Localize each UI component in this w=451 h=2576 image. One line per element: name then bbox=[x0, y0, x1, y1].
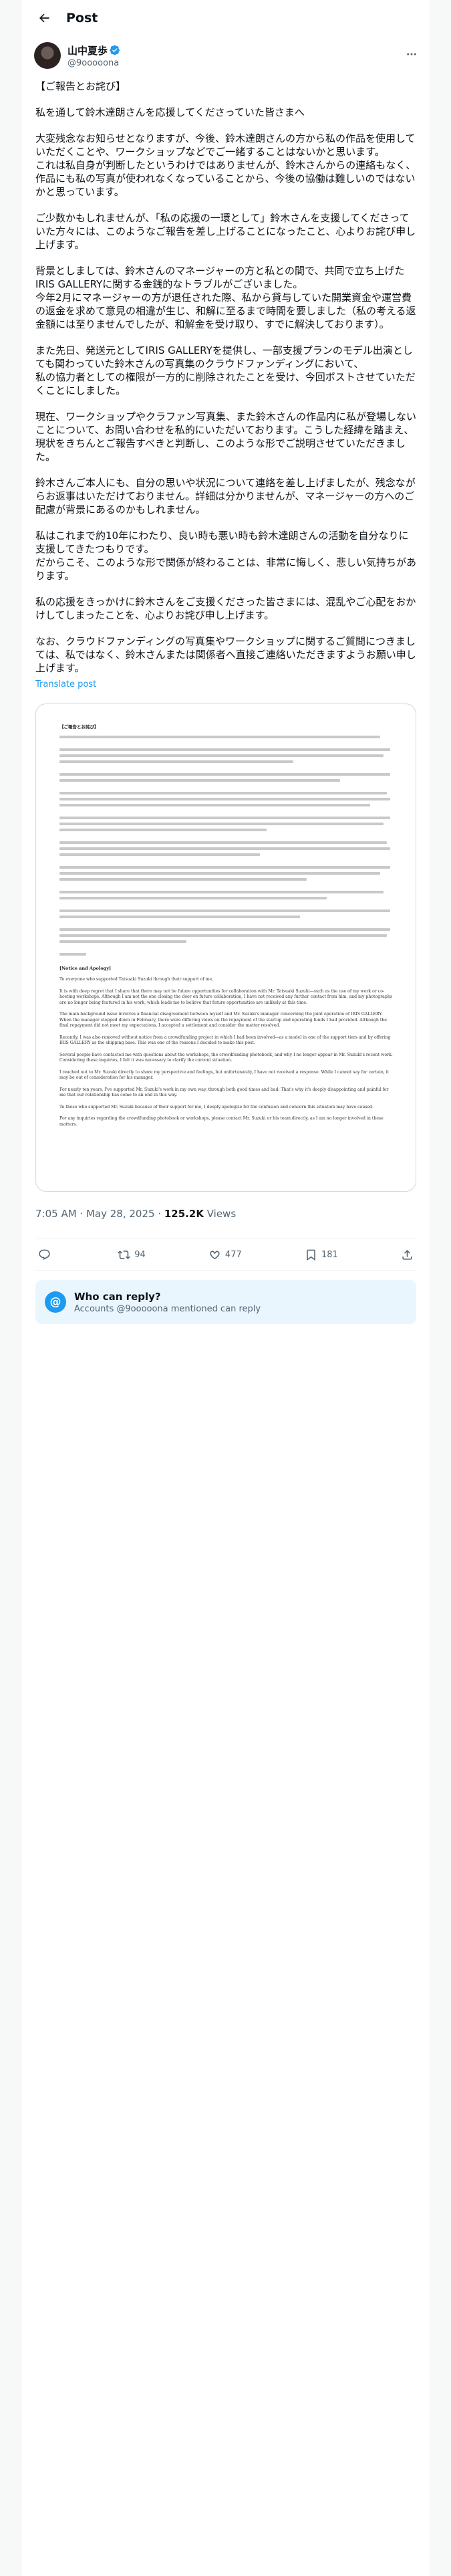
image-document: 【ご報告とお詫び】 [Notice and Apology] To everyo… bbox=[59, 723, 394, 1134]
image-en-paragraph: Several people have contacted me with qu… bbox=[59, 1052, 393, 1063]
reply-restriction-notice: @ Who can reply? Accounts @9ooooona ment… bbox=[35, 1280, 416, 1324]
author-name-row: 山中夏歩 bbox=[67, 43, 120, 58]
attached-image[interactable]: 【ご報告とお詫び】 [Notice and Apology] To everyo… bbox=[35, 704, 416, 1192]
post-paragraph: ご少数かもしれませんが、「私の応援の一環として」鈴木さんを支援してくださっていた… bbox=[35, 212, 416, 251]
author-handle[interactable]: @9ooooona bbox=[67, 58, 120, 68]
share-icon bbox=[402, 1249, 412, 1260]
repost-icon bbox=[118, 1250, 131, 1259]
image-heading-en: [Notice and Apology] bbox=[59, 966, 112, 971]
post-paragraph: 現在、ワークショップやクラファン写真集、また鈴木さんの作品内に私が登場しないこと… bbox=[35, 411, 417, 463]
image-en-paragraph: It is with deep regret that I share that… bbox=[59, 988, 392, 1005]
bookmark-button[interactable]: 181 bbox=[305, 1249, 338, 1261]
image-en-paragraph: For nearly ten years, I've supported Mr.… bbox=[59, 1087, 389, 1098]
post-paragraph: 鈴木さんご本人にも、自分の思いや状況について連絡を差し上げましたが、残念ながらお… bbox=[35, 477, 416, 516]
post-paragraph: 背景としましては、鈴木さんのマネージャーの方と私との間で、共同で立ち上げたIRI… bbox=[35, 265, 416, 330]
more-options-button[interactable] bbox=[404, 47, 419, 62]
action-bar: 94 477 181 bbox=[35, 1239, 416, 1271]
views-count: 125.2K bbox=[164, 1208, 204, 1220]
main-column: Post 山中夏歩 @9ooooona 【ご報告とお詫び】 私を通して鈴木達朗さ… bbox=[22, 0, 430, 2576]
verified-badge-icon bbox=[110, 45, 120, 56]
back-button[interactable] bbox=[34, 8, 54, 28]
share-button[interactable] bbox=[401, 1249, 414, 1261]
heart-icon bbox=[210, 1251, 220, 1259]
like-button[interactable]: 477 bbox=[208, 1249, 242, 1261]
image-en-paragraph: For any inquiries regarding the crowdfun… bbox=[59, 1116, 384, 1127]
image-en-paragraph: Recently, I was also removed without not… bbox=[59, 1035, 391, 1046]
reply-restriction-title: Who can reply? bbox=[74, 1290, 161, 1303]
views-label: Views bbox=[206, 1208, 237, 1220]
bookmark-count: 181 bbox=[321, 1249, 338, 1260]
author-row: 山中夏歩 @9ooooona bbox=[22, 35, 430, 76]
post-meta: 7:05 AM · May 28, 2025 · 125.2K Views bbox=[35, 1208, 237, 1220]
post-paragraph: 私はこれまで約10年にわたり、良い時も悪い時も鈴木達朗さんの活動を自分なりに支援… bbox=[35, 530, 417, 582]
post-body: 【ご報告とお詫び】 私を通して鈴木達朗さんを応援してくださっていた皆さまへ 大変… bbox=[22, 76, 430, 691]
image-en-paragraph: To everyone who supported Tatsuaki Suzuk… bbox=[59, 977, 214, 982]
translate-post-link[interactable]: Translate post bbox=[35, 678, 416, 691]
bookmark-icon bbox=[307, 1249, 315, 1261]
reply-restriction-texts: Who can reply? Accounts @9ooooona mentio… bbox=[74, 1291, 261, 1314]
image-en-paragraph: To those who supported Mr. Suzuki becaus… bbox=[59, 1104, 373, 1109]
post-paragraph: 私を通して鈴木達朗さんを応援してくださっていた皆さまへ bbox=[35, 106, 305, 118]
image-heading-jp: 【ご報告とお詫び】 bbox=[59, 724, 99, 730]
repost-button[interactable]: 94 bbox=[118, 1249, 146, 1261]
post-paragraph: なお、クラウドファンディングの写真集やワークショップに関するご質問につきましては… bbox=[35, 635, 416, 674]
more-horizontal-icon bbox=[407, 53, 416, 56]
reply-icon bbox=[39, 1249, 50, 1260]
author-names: 山中夏歩 @9ooooona bbox=[67, 43, 120, 68]
arrow-left-icon bbox=[39, 13, 49, 22]
like-count: 477 bbox=[224, 1249, 242, 1260]
image-en-paragraph: The main background issue involves a fin… bbox=[59, 1012, 387, 1028]
post-paragraph: 【ご報告とお詫び】 bbox=[35, 80, 126, 92]
post-paragraph: 大変残念なお知らせとなりますが、今後、鈴木達朗さんの方から私の作品を使用していた… bbox=[35, 132, 416, 198]
page-title: Post bbox=[66, 10, 98, 25]
image-en-paragraph: I reached out to Mr. Suzuki directly to … bbox=[59, 1069, 390, 1081]
page: Post 山中夏歩 @9ooooona 【ご報告とお詫び】 私を通して鈴木達朗さ… bbox=[0, 0, 451, 2576]
at-sign-icon: @ bbox=[45, 1291, 66, 1313]
post-timestamp[interactable]: 7:05 AM · May 28, 2025 bbox=[35, 1208, 155, 1220]
reply-restriction-subtitle: Accounts @9ooooona mentioned can reply bbox=[74, 1303, 261, 1314]
repost-count: 94 bbox=[134, 1249, 146, 1260]
top-bar: Post bbox=[22, 0, 430, 35]
avatar[interactable] bbox=[34, 42, 61, 69]
author-name[interactable]: 山中夏歩 bbox=[67, 43, 108, 58]
post-paragraph: また先日、発送元としてIRIS GALLERYを提供し、一部支援プランのモデル出… bbox=[35, 344, 416, 397]
reply-button[interactable] bbox=[38, 1249, 55, 1261]
post-paragraph: 私の応援をきっかけに鈴木さんをご支援くださった皆さまには、混乱やご心配をおかけし… bbox=[35, 596, 416, 621]
